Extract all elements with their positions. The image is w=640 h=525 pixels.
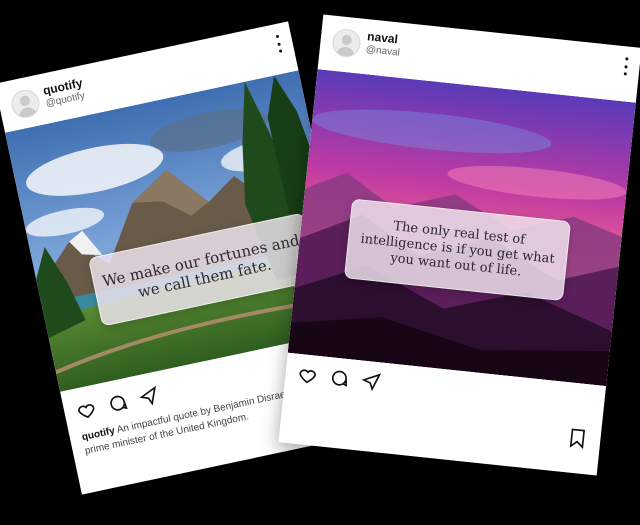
post-actions xyxy=(297,364,383,393)
post-image-sunset: The only real test of intelligence is if… xyxy=(287,69,636,387)
bookmark-icon[interactable] xyxy=(567,427,587,450)
share-icon[interactable] xyxy=(360,370,382,392)
heart-icon[interactable] xyxy=(297,364,319,386)
more-options-icon[interactable] xyxy=(275,34,283,53)
post-card-naval: naval @naval The only real test of intel… xyxy=(278,14,640,476)
comment-icon[interactable] xyxy=(328,367,350,389)
more-options-icon[interactable] xyxy=(623,57,629,76)
share-icon[interactable] xyxy=(137,385,161,409)
comment-icon[interactable] xyxy=(106,391,130,415)
avatar[interactable] xyxy=(331,27,362,59)
heart-icon[interactable] xyxy=(75,398,99,422)
user-handle: @naval xyxy=(365,44,401,59)
avatar[interactable] xyxy=(8,87,43,121)
